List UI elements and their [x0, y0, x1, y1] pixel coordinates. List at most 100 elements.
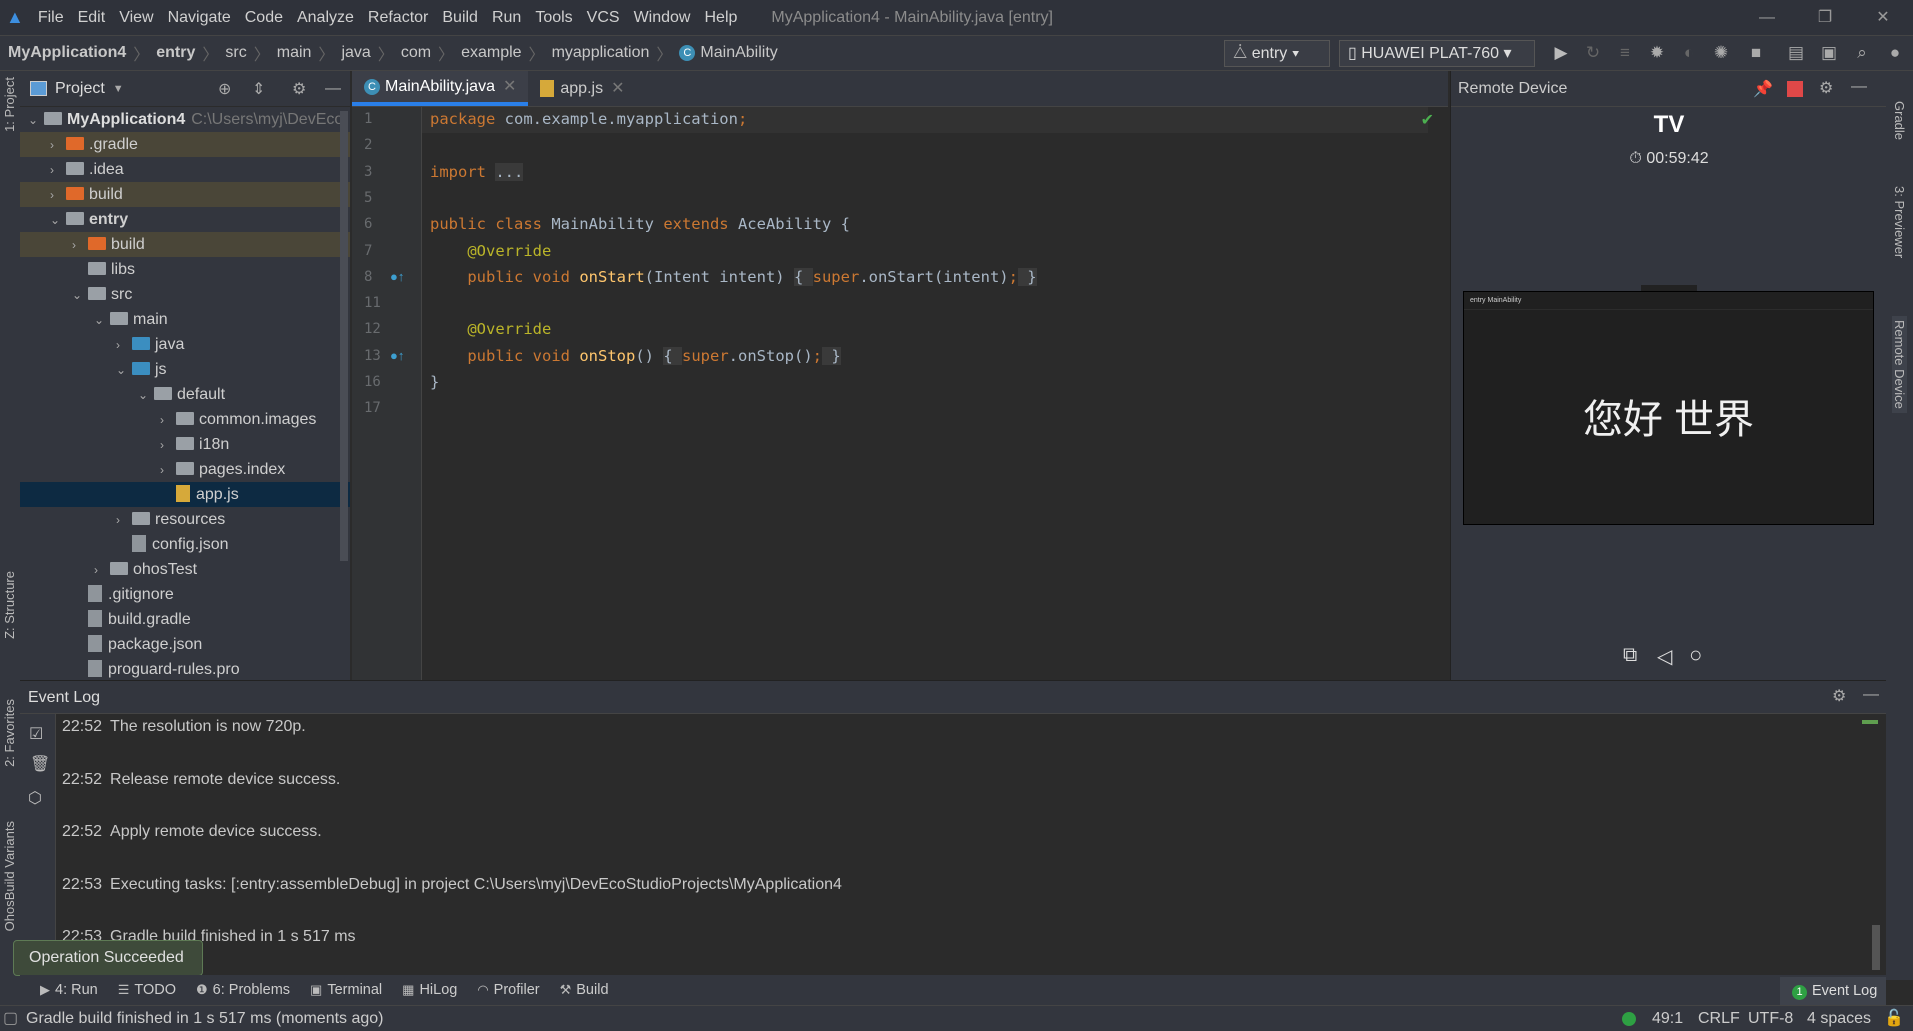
breadcrumb-item[interactable]: src	[225, 44, 246, 62]
chevron-down-icon[interactable]: ▼	[113, 83, 124, 95]
profile-icon[interactable]: ◐	[1678, 42, 1700, 64]
menu-tools[interactable]: Tools	[535, 9, 572, 27]
tree-item[interactable]: config.json	[20, 532, 350, 557]
tree-item[interactable]: › common.images	[20, 407, 350, 432]
tab-mainability-java[interactable]: C MainAbility.java ✕	[352, 70, 529, 106]
favorites-tool-tab[interactable]: 2: Favorites	[2, 699, 17, 767]
tree-item[interactable]: ⌄ src	[20, 282, 350, 307]
chevron-right-icon[interactable]: ›	[160, 408, 176, 433]
code-line[interactable]: public void onStop() { super.onStop(); }	[430, 346, 841, 365]
breadcrumb-item[interactable]: java	[341, 44, 370, 62]
device-manager-icon[interactable]: ▣	[1818, 42, 1840, 64]
settings-icon[interactable]: ⬡	[28, 788, 42, 808]
gear-icon[interactable]: ⚙	[1819, 78, 1833, 98]
menu-navigate[interactable]: Navigate	[168, 9, 231, 27]
project-structure-icon[interactable]: ▤	[1785, 42, 1807, 64]
menu-vcs[interactable]: VCS	[587, 9, 620, 27]
run-config-select[interactable]: ⧊ entry ▾	[1224, 40, 1330, 67]
tab-app-js[interactable]: app.js ✕	[528, 71, 636, 106]
search-icon[interactable]: ⌕	[1851, 42, 1873, 64]
gradle-tool-tab[interactable]: Gradle	[1892, 101, 1907, 140]
gear-icon[interactable]: ⚙	[292, 79, 306, 99]
indent-setting[interactable]: 4 spaces	[1807, 1006, 1871, 1031]
tree-item[interactable]: ⌄ main	[20, 307, 350, 332]
toolwindow-profiler[interactable]: ◠ Profiler	[477, 982, 539, 998]
toolwindow-problems[interactable]: ❶ 6: Problems	[196, 982, 290, 998]
debug-icon[interactable]: ✹	[1646, 42, 1668, 64]
recent-apps-icon[interactable]: ⧉	[1623, 644, 1637, 667]
tree-item[interactable]: .gitignore	[20, 582, 350, 607]
chevron-down-icon[interactable]: ⌄	[72, 283, 88, 308]
tree-item[interactable]: › build	[20, 232, 350, 257]
back-icon[interactable]: ◁	[1657, 644, 1672, 669]
toolwindow-build[interactable]: ⚒ Build	[560, 982, 609, 998]
chevron-right-icon[interactable]: ›	[116, 333, 132, 358]
chevron-down-icon[interactable]: ⌄	[138, 383, 154, 408]
code-line[interactable]: package com.example.myapplication;	[430, 110, 747, 128]
breadcrumb-item[interactable]: com	[401, 44, 431, 62]
pin-icon[interactable]: 📌	[1753, 79, 1773, 99]
line-separator[interactable]: CRLF	[1698, 1006, 1740, 1031]
tree-item[interactable]: › ohosTest	[20, 557, 350, 582]
menu-analyze[interactable]: Analyze	[297, 9, 354, 27]
chevron-down-icon[interactable]: ⌄	[28, 108, 44, 133]
event-log-button[interactable]: 1 Event Log	[1780, 977, 1886, 1005]
chevron-right-icon[interactable]: ›	[72, 233, 88, 258]
rerun-icon[interactable]: ↻	[1582, 42, 1604, 64]
caret-position[interactable]: 49:1	[1652, 1006, 1683, 1031]
breadcrumb-item[interactable]: entry	[156, 44, 195, 62]
menu-refactor[interactable]: Refactor	[368, 9, 428, 27]
tree-item[interactable]: › i18n	[20, 432, 350, 457]
code-line[interactable]: public void onStart(Intent intent) { sup…	[430, 267, 1037, 286]
tree-item[interactable]: package.json	[20, 632, 350, 657]
gear-icon[interactable]: ⚙	[1832, 686, 1846, 706]
tree-item[interactable]: › pages.index	[20, 457, 350, 482]
tree-item[interactable]: › resources	[20, 507, 350, 532]
chevron-right-icon[interactable]: ›	[50, 183, 66, 208]
chevron-right-icon[interactable]: ›	[160, 433, 176, 458]
trash-icon[interactable]: 🗑	[30, 754, 50, 774]
device-screen[interactable]: entry MainAbility 您好 世界	[1463, 291, 1874, 525]
breadcrumb-item[interactable]: MyApplication4	[8, 44, 126, 62]
chevron-right-icon[interactable]: ›	[116, 508, 132, 533]
build-variants-tool-tab[interactable]: OhosBuild Variants	[2, 821, 17, 931]
breadcrumb-item[interactable]: MainAbility	[700, 44, 777, 62]
code-line[interactable]: public class MainAbility extends AceAbil…	[430, 215, 850, 233]
tree-item[interactable]: build.gradle	[20, 607, 350, 632]
unlock-icon[interactable]: 🔓	[1884, 1006, 1904, 1031]
menu-help[interactable]: Help	[704, 9, 737, 27]
menu-run[interactable]: Run	[492, 9, 521, 27]
code-line[interactable]: }	[430, 373, 439, 391]
hide-icon[interactable]: —	[1851, 78, 1867, 96]
apply-changes-icon[interactable]: ≡	[1614, 42, 1636, 64]
stop-remote-button[interactable]	[1787, 81, 1803, 97]
tree-item[interactable]: › build	[20, 182, 350, 207]
remote-device-tool-tab[interactable]: Remote Device	[1892, 316, 1907, 413]
log-scrollbar[interactable]	[1872, 925, 1880, 970]
tree-item[interactable]: libs	[20, 257, 350, 282]
tree-item[interactable]: proguard-rules.pro	[20, 657, 350, 680]
restore-button[interactable]: ❐	[1796, 0, 1854, 35]
device-select[interactable]: ▯ HUAWEI PLAT-760 ▾	[1339, 40, 1535, 67]
close-tab-icon[interactable]: ✕	[611, 72, 624, 106]
toolwindow-run[interactable]: ▶ 4: Run	[40, 982, 98, 998]
project-view-select[interactable]: Project	[55, 80, 105, 98]
tree-item[interactable]: › java	[20, 332, 350, 357]
breadcrumb-item[interactable]: example	[461, 44, 521, 62]
tree-item[interactable]: ⌄ js	[20, 357, 350, 382]
tree-item[interactable]: ⌄ entry	[20, 207, 350, 232]
project-tool-tab[interactable]: 1: Project	[2, 77, 17, 132]
menu-view[interactable]: View	[119, 9, 153, 27]
minimize-button[interactable]: —	[1738, 0, 1796, 35]
menu-file[interactable]: File	[38, 9, 64, 27]
status-toggle-icon[interactable]: ▢	[3, 1006, 18, 1031]
structure-tool-tab[interactable]: Z: Structure	[2, 571, 17, 639]
chevron-down-icon[interactable]: ⌄	[116, 358, 132, 383]
close-tab-icon[interactable]: ✕	[503, 70, 516, 104]
toolwindow-hilog[interactable]: ▦ HiLog	[402, 982, 457, 998]
home-icon[interactable]: ○	[1689, 642, 1702, 668]
tree-item[interactable]: ⌄ default	[20, 382, 350, 407]
breadcrumb-item[interactable]: myapplication	[552, 44, 650, 62]
close-window-button[interactable]: ✕	[1854, 0, 1912, 35]
chevron-right-icon[interactable]: ›	[50, 133, 66, 158]
